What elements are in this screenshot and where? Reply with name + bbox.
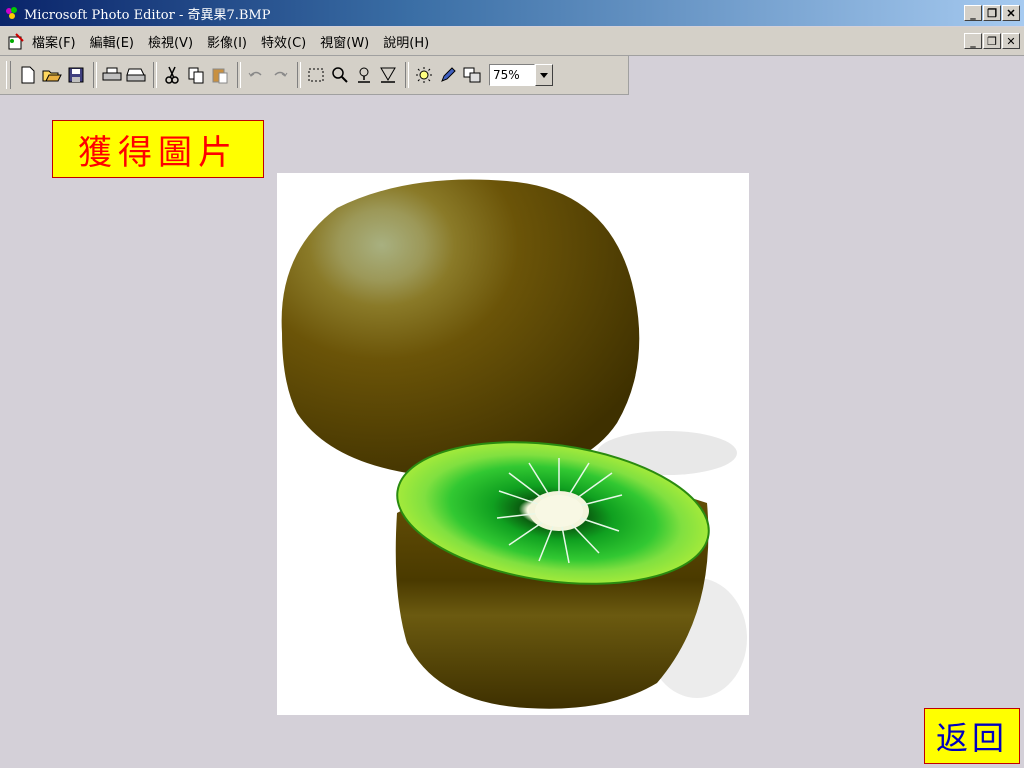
- document-icon: [8, 33, 24, 50]
- zoom-select[interactable]: 75%: [489, 64, 553, 86]
- edit-icon[interactable]: [437, 63, 459, 87]
- menu-effects[interactable]: 特效(C): [261, 32, 306, 51]
- image-canvas[interactable]: [277, 173, 749, 715]
- chevron-down-icon[interactable]: [535, 64, 553, 86]
- app-icon: [6, 7, 17, 19]
- menu-image[interactable]: 影像(I): [207, 32, 247, 51]
- minimize-button[interactable]: _: [964, 5, 982, 21]
- redo-icon[interactable]: [269, 63, 291, 87]
- zoom-icon[interactable]: [329, 63, 351, 87]
- zoom-value[interactable]: 75%: [489, 64, 535, 86]
- menu-edit[interactable]: 編輯(E): [90, 32, 134, 51]
- doc-close-button[interactable]: ✕: [1002, 33, 1020, 49]
- save-icon[interactable]: [65, 63, 87, 87]
- copy-icon[interactable]: [185, 63, 207, 87]
- open-icon[interactable]: [41, 63, 63, 87]
- doc-restore-button[interactable]: ❐: [983, 33, 1001, 49]
- toolbar-grip[interactable]: [6, 61, 11, 89]
- menu-view[interactable]: 檢視(V): [148, 32, 193, 51]
- title-bar: Microsoft Photo Editor - 奇異果7.BMP _ ❐ ✕: [0, 0, 1024, 26]
- smudge-icon[interactable]: [353, 63, 375, 87]
- window-title: Microsoft Photo Editor - 奇異果7.BMP: [24, 7, 271, 23]
- scan-icon[interactable]: [125, 63, 147, 87]
- cut-icon[interactable]: [161, 63, 183, 87]
- doc-minimize-button[interactable]: _: [964, 33, 982, 49]
- paste-icon[interactable]: [209, 63, 231, 87]
- properties-icon[interactable]: [461, 63, 483, 87]
- menu-help[interactable]: 說明(H): [383, 32, 429, 51]
- balance-icon[interactable]: [413, 63, 435, 87]
- caption-label: 獲得圖片: [52, 120, 264, 178]
- menu-bar: 檔案(F) 編輯(E) 檢視(V) 影像(I) 特效(C) 視窗(W) 說明(H…: [0, 27, 1024, 56]
- menu-file[interactable]: 檔案(F): [32, 32, 76, 51]
- menu-window[interactable]: 視窗(W): [320, 32, 369, 51]
- print-icon[interactable]: [101, 63, 123, 87]
- undo-icon[interactable]: [245, 63, 267, 87]
- sharpen-icon[interactable]: [377, 63, 399, 87]
- select-icon[interactable]: [305, 63, 327, 87]
- back-button[interactable]: 返回: [924, 708, 1020, 764]
- new-icon[interactable]: [17, 63, 39, 87]
- toolbar: 75%: [0, 56, 629, 95]
- close-button[interactable]: ✕: [1002, 5, 1020, 21]
- kiwi-image: [281, 179, 747, 709]
- restore-button[interactable]: ❐: [983, 5, 1001, 21]
